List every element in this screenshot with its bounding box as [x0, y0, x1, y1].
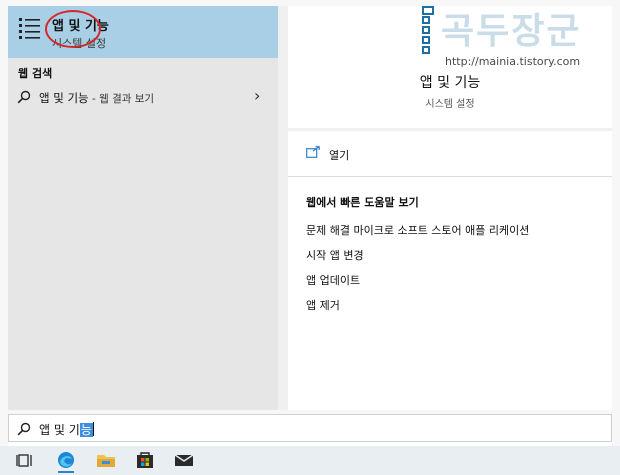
quick-help-header: 웹에서 빠른 도움말 보기: [306, 196, 419, 209]
open-window-icon: [306, 146, 320, 158]
chevron-right-icon[interactable]: ›: [254, 86, 260, 105]
help-link-store-troubleshoot[interactable]: 문제 해결 마이크로 소프트 스토어 애플 리케이션: [306, 222, 529, 238]
file-explorer-icon[interactable]: [94, 449, 118, 471]
preview-body: [288, 131, 612, 410]
watermark-url: http://mainia.tistory.com: [445, 55, 581, 68]
window-border-left: [0, 0, 8, 446]
watermark-list-icon: [422, 6, 434, 54]
preview-divider: [288, 176, 612, 177]
panel-gap: [278, 6, 288, 410]
search-icon: [17, 422, 31, 436]
window-border-right: [612, 0, 620, 446]
search-icon: [17, 90, 31, 104]
preview-subtitle: 시스템 설정: [425, 99, 475, 110]
text-caret: [92, 422, 94, 436]
web-search-header: 웹 검색: [18, 67, 53, 80]
mail-icon[interactable]: [172, 449, 196, 471]
annotation-circle: [45, 10, 101, 48]
edge-icon[interactable]: [54, 449, 78, 471]
web-result-query: 앱 및 기능: [39, 91, 89, 105]
taskbar: [0, 446, 620, 475]
web-result-detail: - 웹 결과 보기: [88, 93, 155, 105]
start-search-window: 앱 및 기능 시스템 설정 웹 검색 앱 및 기능 - 웹 결과 보기 › 곡두…: [0, 0, 620, 475]
search-box[interactable]: 앱 및 기능: [8, 414, 612, 442]
active-app-indicator: [58, 471, 74, 473]
help-link-app-uninstall[interactable]: 앱 제거: [306, 297, 340, 313]
search-input[interactable]: 앱 및 기능: [39, 421, 94, 438]
search-text: 앱 및 기: [39, 423, 80, 437]
help-link-app-update[interactable]: 앱 업데이트: [306, 272, 360, 288]
web-result-text: 앱 및 기능 - 웹 결과 보기: [39, 90, 154, 106]
apps-list-icon: [19, 18, 40, 39]
store-icon[interactable]: [133, 449, 157, 471]
open-label: 열기: [329, 149, 350, 162]
preview-title: 앱 및 기능: [419, 75, 481, 91]
watermark-title: 곡두장군: [441, 11, 582, 52]
help-link-startup-apps[interactable]: 시작 앱 변경: [306, 247, 364, 263]
best-match-item[interactable]: 앱 및 기능 시스템 설정: [8, 6, 278, 58]
task-view-icon[interactable]: [14, 449, 38, 471]
web-result-item[interactable]: 앱 및 기능 - 웹 결과 보기 ›: [8, 84, 278, 110]
search-text-selected: 능: [79, 423, 93, 437]
